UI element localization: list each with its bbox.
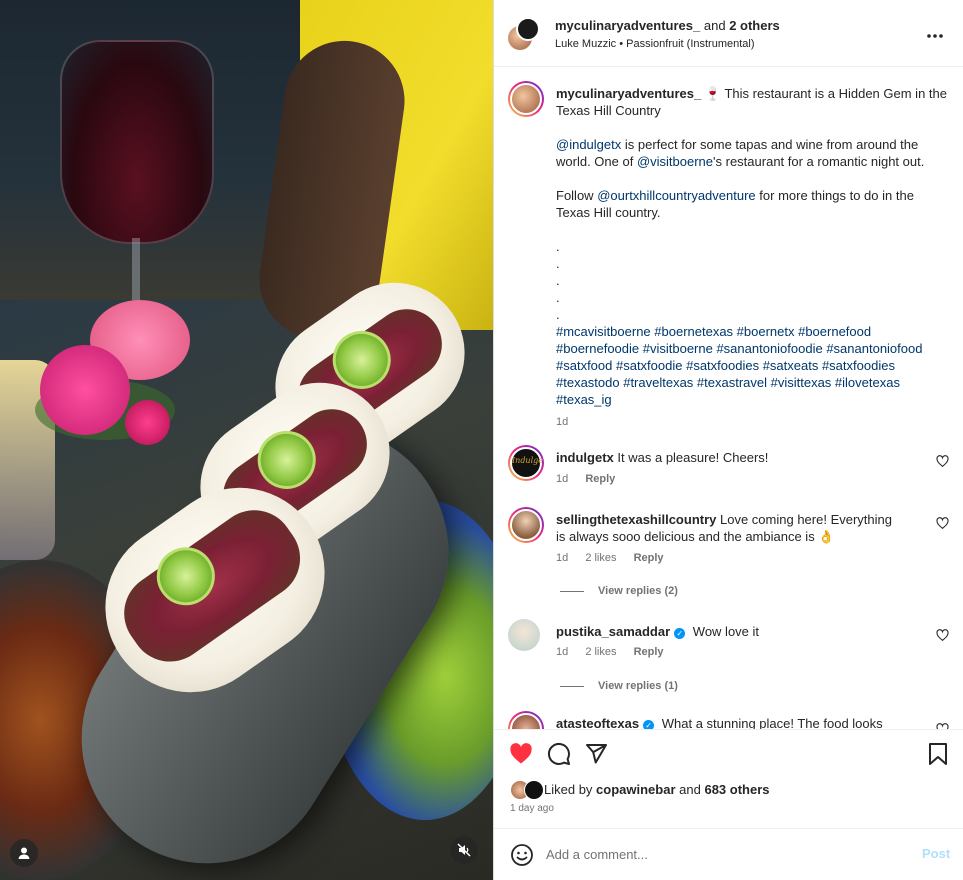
caption-username[interactable]: myculinaryadventures_ (556, 86, 701, 101)
audio-track: Passionfruit (Instrumental) (626, 38, 755, 50)
coauthors-link[interactable]: 2 others (729, 18, 780, 33)
comment-meta: 1d Reply (556, 473, 629, 485)
comment-body: atasteoftexas ✓ What a stunning place! Th… (556, 715, 901, 729)
coauthor-avatar[interactable] (516, 17, 540, 41)
verified-badge-icon: ✓ (643, 720, 655, 729)
post-actions: Liked by copawinebar and 683 others 1 da… (494, 729, 963, 828)
post-media[interactable] (0, 0, 493, 880)
liked-by: Liked by copawinebar and 683 others (544, 782, 770, 797)
comment-text: It was a pleasure! Cheers! (617, 450, 769, 465)
post-time[interactable]: 1 day ago (510, 803, 554, 814)
reply-button[interactable]: Reply (634, 552, 664, 564)
comment-icon[interactable] (547, 742, 571, 766)
comment-time: 1d (556, 552, 569, 564)
caption-dot: . (556, 273, 560, 288)
comment-avatar[interactable]: Indulge (508, 445, 544, 481)
more-options-button[interactable] (926, 31, 944, 39)
view-replies-button[interactable]: View replies (1) (560, 680, 678, 692)
comment-avatar[interactable] (508, 619, 540, 651)
wine-glass (60, 40, 214, 244)
comments-scroll[interactable]: myculinaryadventures_ 🍷 This restaurant … (494, 67, 963, 729)
audio-artist: Luke Muzzic (555, 38, 617, 50)
caption-dot: . (556, 307, 560, 322)
user-icon (18, 847, 30, 859)
audio-separator: • (619, 38, 624, 50)
mute-button[interactable] (450, 836, 478, 864)
mention-indulgetx[interactable]: @indulgetx (556, 137, 621, 152)
comment-username[interactable]: sellingthetexashillcountry (556, 512, 716, 527)
emoji-icon[interactable] (510, 843, 534, 867)
mention-visitboerne[interactable]: @visitboerne (637, 154, 713, 169)
caption-dot: . (556, 256, 560, 271)
authors-and: and (703, 18, 726, 33)
audio-info[interactable]: Luke Muzzic • Passionfruit (Instrumental… (555, 38, 755, 50)
liked-count[interactable]: 683 others (704, 782, 769, 797)
replies-divider (560, 590, 584, 592)
more-horizontal-icon (927, 34, 943, 38)
liker-avatar[interactable] (524, 780, 544, 800)
post-header: myculinaryadventures_ and 2 others Luke … (494, 0, 963, 67)
reply-button[interactable]: Reply (634, 646, 664, 658)
post-button[interactable]: Post (922, 846, 950, 861)
view-replies-label: View replies (2) (598, 585, 678, 597)
post-authors: myculinaryadventures_ and 2 others (555, 18, 780, 33)
add-comment-bar: Post (494, 828, 963, 880)
caption-line3a: Follow (556, 188, 594, 203)
like-comment-icon[interactable] (936, 629, 949, 642)
comment-avatar[interactable] (508, 711, 544, 729)
view-replies-button[interactable]: View replies (2) (560, 585, 678, 597)
comment-meta: 1d 2 likes Reply (556, 552, 678, 564)
replies-divider (560, 685, 584, 687)
post-details-panel: myculinaryadventures_ and 2 others Luke … (493, 0, 963, 880)
comment-text: What a stunning place! The food looks (661, 716, 883, 729)
reply-button[interactable]: Reply (585, 473, 615, 485)
share-icon[interactable] (584, 742, 608, 766)
comment-text: Wow love it (692, 624, 760, 639)
liked-and: and (679, 782, 701, 797)
liked-prefix: Liked by (544, 782, 593, 797)
author-username[interactable]: myculinaryadventures_ (555, 18, 700, 33)
comment-username[interactable]: atasteoftexas (556, 716, 639, 729)
liked-user[interactable]: copawinebar (596, 782, 675, 797)
comment-username[interactable]: pustika_samaddar (556, 624, 670, 639)
caption-dot: . (556, 239, 560, 254)
comment-input[interactable] (546, 844, 896, 864)
bookmark-icon[interactable] (926, 742, 950, 766)
speaker-muted-icon (457, 843, 471, 857)
comment-meta: 1d 2 likes Reply (556, 646, 678, 658)
caption-avatar[interactable] (508, 81, 544, 117)
verified-badge-icon: ✓ (674, 628, 686, 639)
small-flower (125, 400, 170, 445)
mention-ourtxhillcountryadventure[interactable]: @ourtxhillcountryadventure (597, 188, 755, 203)
view-replies-label: View replies (1) (598, 680, 678, 692)
caption-time: 1d (556, 416, 569, 428)
like-comment-icon[interactable] (936, 455, 949, 468)
like-comment-icon[interactable] (936, 517, 949, 530)
tagged-users-button[interactable] (10, 839, 38, 867)
wine-emoji: 🍷 (704, 86, 722, 101)
comment-likes[interactable]: 2 likes (585, 552, 616, 564)
caption-hashtags[interactable]: #mcavisitboerne #boernetexas #boernetx #… (556, 323, 948, 408)
comment-body: pustika_samaddar ✓ Wow love it (556, 623, 901, 640)
comment-likes[interactable]: 2 likes (585, 646, 616, 658)
comment-body: indulgetx It was a pleasure! Cheers! (556, 449, 901, 466)
comment-username[interactable]: indulgetx (556, 450, 614, 465)
comment-time: 1d (556, 473, 569, 485)
caption-line2b: 's restaurant for a romantic night out. (713, 154, 925, 169)
caption-dot: . (556, 290, 560, 305)
heart-filled-icon[interactable] (509, 742, 533, 766)
magenta-flower (40, 345, 130, 435)
comment-avatar[interactable] (508, 507, 544, 543)
comment-body: sellingthetexashillcountry Love coming h… (556, 511, 901, 545)
caption-text: myculinaryadventures_ 🍷 This restaurant … (556, 85, 948, 431)
comment-time: 1d (556, 646, 569, 658)
